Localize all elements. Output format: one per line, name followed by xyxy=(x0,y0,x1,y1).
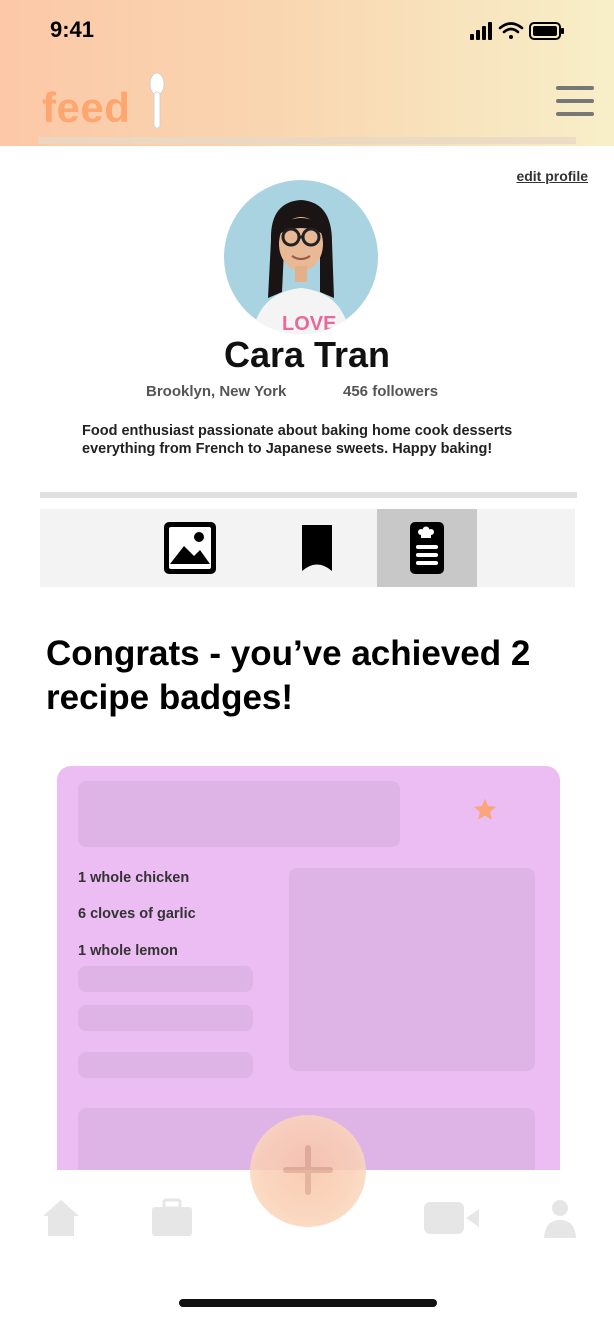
section-divider xyxy=(40,492,577,498)
star-icon[interactable] xyxy=(472,797,498,823)
profile-name: Cara Tran xyxy=(223,334,391,375)
recipe-card-icon xyxy=(410,522,444,574)
menu-button[interactable] xyxy=(556,86,594,116)
tab-photos[interactable] xyxy=(140,509,240,587)
title-placeholder xyxy=(78,781,400,847)
hamburger-icon xyxy=(556,86,594,90)
app-header: 9:41 feed xyxy=(0,0,614,146)
tab-recipes[interactable] xyxy=(377,509,477,587)
ingredient-item: 1 whole chicken xyxy=(78,870,190,886)
add-recipe-button[interactable] xyxy=(250,1115,366,1227)
status-icons xyxy=(470,22,564,40)
recipe-image-placeholder xyxy=(289,868,535,1071)
ingredient-placeholder xyxy=(78,1005,253,1031)
status-time: 9:41 xyxy=(50,17,95,42)
ingredient-item: 6 cloves of garlic xyxy=(78,906,196,922)
add-icon xyxy=(283,1145,333,1195)
badge-headline: Congrats - you’ve achieved 2 recipe badg… xyxy=(46,634,531,717)
home-indicator xyxy=(179,1299,437,1307)
followers-count[interactable]: 456 followers xyxy=(343,383,438,400)
profile-bio: Food enthusiast passionate about baking … xyxy=(82,423,513,457)
signal-icon xyxy=(470,22,492,40)
briefcase-icon[interactable] xyxy=(150,1198,194,1238)
ingredient-placeholder xyxy=(78,1052,253,1078)
spoon-icon xyxy=(149,72,165,129)
bookmark-icon xyxy=(302,525,332,571)
battery-icon xyxy=(529,22,564,40)
video-icon[interactable] xyxy=(424,1198,480,1238)
header-divider xyxy=(38,137,576,144)
wifi-icon xyxy=(498,22,524,39)
person-icon[interactable] xyxy=(542,1198,578,1238)
profile-tabs xyxy=(40,509,575,587)
edit-profile-link[interactable]: edit profile xyxy=(516,168,588,184)
avatar[interactable]: LOVE xyxy=(224,180,378,334)
svg-text:LOVE: LOVE xyxy=(282,313,336,334)
image-icon xyxy=(164,522,216,574)
avatar-image: LOVE xyxy=(224,180,378,334)
ingredient-placeholder xyxy=(78,966,253,992)
tab-saved[interactable] xyxy=(267,509,367,587)
profile-location: Brooklyn, New York xyxy=(146,383,287,400)
home-icon[interactable] xyxy=(42,1198,80,1238)
app-logo: feed xyxy=(42,84,131,131)
ingredient-item: 1 whole lemon xyxy=(78,943,178,959)
